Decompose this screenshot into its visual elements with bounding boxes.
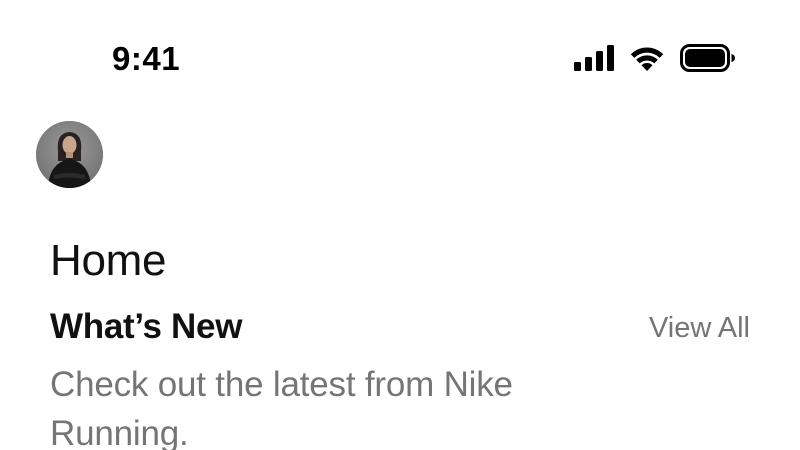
view-all-link[interactable]: View All — [649, 312, 750, 345]
whats-new-description: Check out the latest from Nike Running. — [50, 365, 513, 450]
wifi-icon — [628, 44, 666, 72]
status-time: 9:41 — [112, 40, 181, 77]
whats-new-title: What’s New — [50, 307, 243, 346]
cellular-signal-icon — [574, 45, 614, 71]
status-icons — [574, 44, 736, 72]
home-screen: 9:41 Home What’s New View All Check out … — [0, 0, 800, 450]
page-title: Home — [50, 236, 167, 285]
status-bar: 9:41 — [0, 0, 800, 110]
battery-icon — [680, 44, 736, 72]
avatar[interactable] — [36, 121, 103, 188]
